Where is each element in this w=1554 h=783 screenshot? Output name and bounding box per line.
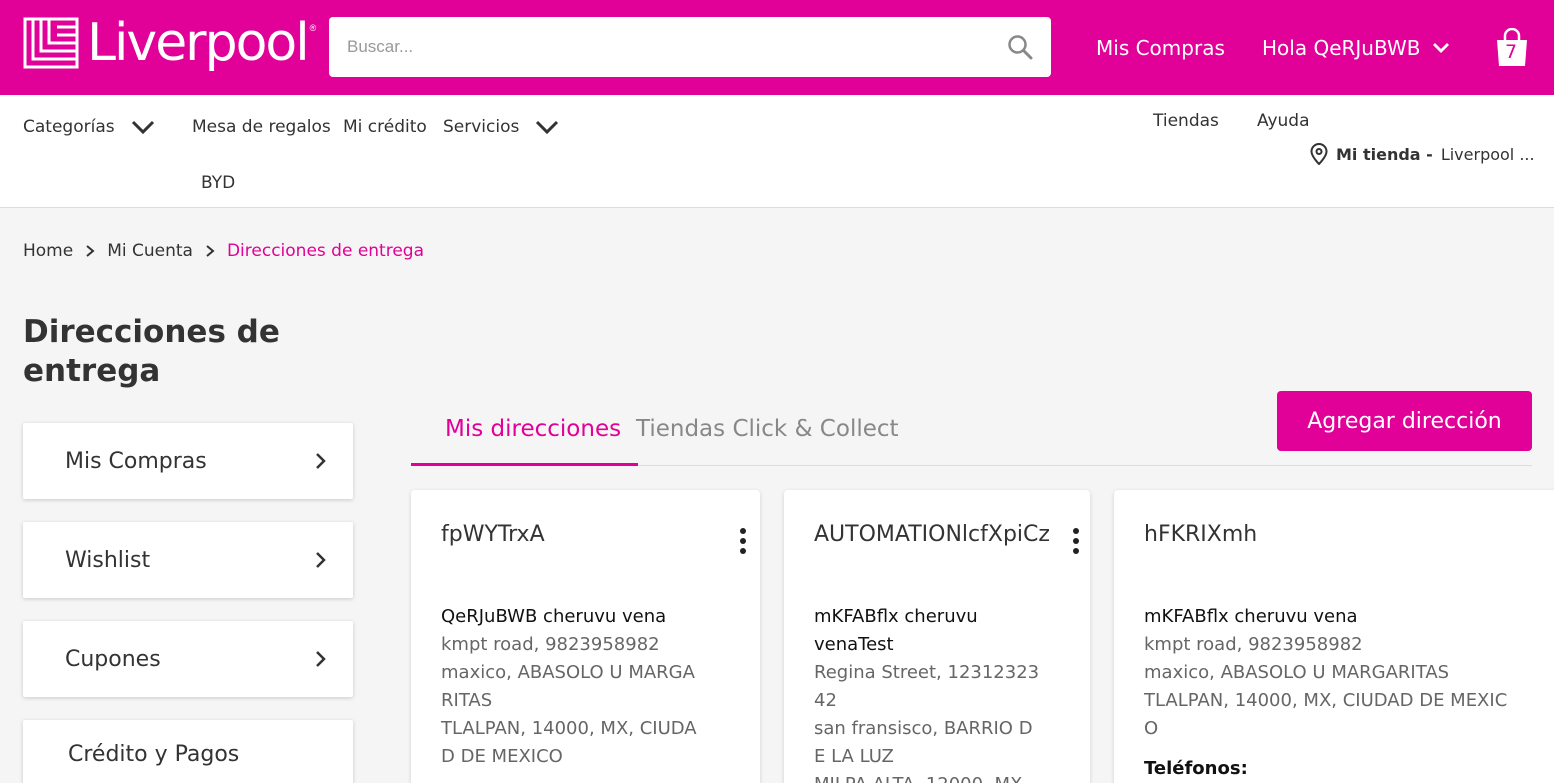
address-line: 42 <box>814 690 837 711</box>
address-alias: hFKRIXmh <box>1144 522 1258 547</box>
address-person: QeRJuBWB cheruvu vena <box>441 606 667 627</box>
address-line: maxico, ABASOLO U MARGARITAS <box>1144 662 1450 683</box>
address-line: kmpt road, 9823958982 <box>1144 634 1363 655</box>
tab-tiendas-click-collect[interactable]: Tiendas Click & Collect <box>636 416 899 442</box>
location-pin-icon <box>1310 143 1328 165</box>
nav-mesa-de-regalos[interactable]: Mesa de regalos <box>192 117 331 137</box>
search-input[interactable] <box>347 37 1007 57</box>
nav-categorias-label: Categorías <box>23 117 115 137</box>
sidebar-item-label: Mis Compras <box>65 448 207 474</box>
header-mis-compras-link[interactable]: Mis Compras <box>1096 36 1225 60</box>
search-icon[interactable] <box>1007 34 1033 60</box>
chevron-right-icon <box>85 244 95 258</box>
my-store-selector[interactable]: Mi tienda - Liverpool ... <box>1310 143 1535 165</box>
more-options-icon[interactable] <box>1072 528 1080 554</box>
nav-categorias[interactable]: Categorías <box>23 117 155 137</box>
sidebar-item-label: Crédito y Pagos <box>68 742 240 767</box>
my-store-value: Liverpool ... <box>1440 144 1535 164</box>
liverpool-logo[interactable]: Liverpool ® <box>23 17 316 77</box>
address-details: mKFABflx cheruvu venaTest Regina Street,… <box>814 603 1060 783</box>
address-line: kmpt road, 9823958982 <box>441 634 660 655</box>
breadcrumb: Home Mi Cuenta Direcciones de entrega <box>23 241 424 261</box>
breadcrumb-home[interactable]: Home <box>23 241 73 261</box>
nav-servicios[interactable]: Servicios <box>443 117 559 137</box>
address-alias: AUTOMATIONlcfXpiCz <box>814 522 1050 547</box>
address-line: MILPA ALTA, 12000, MX <box>814 771 1060 783</box>
sidebar-item-label: Cupones <box>65 646 161 672</box>
phone-label: Teléfonos: <box>1144 758 1248 779</box>
address-line: Regina Street, 12312323 <box>814 662 1040 683</box>
breadcrumb-current: Direcciones de entrega <box>226 241 425 261</box>
main-nav: Categorías Mesa de regalos Mi crédito Se… <box>0 95 1554 208</box>
address-line: E LA LUZ <box>814 746 894 767</box>
top-header: Liverpool ® Mis Compras Hola QeRJuBWB 7 <box>0 0 1554 95</box>
sidebar-item-credito-y-pagos[interactable]: Crédito y Pagos <box>23 720 353 783</box>
address-card: hFKRIXmh mKFABflx cheruvu vena kmpt road… <box>1114 490 1554 783</box>
address-details: mKFABflx cheruvu vena kmpt road, 9823958… <box>1144 603 1544 783</box>
account-greeting: Hola QeRJuBWB <box>1262 36 1421 60</box>
logo-text: Liverpool <box>87 13 310 73</box>
logo-mark-icon <box>23 17 79 69</box>
nav-mi-credito[interactable]: Mi crédito <box>343 117 427 137</box>
nav-byd[interactable]: BYD <box>201 173 235 193</box>
chevron-right-icon <box>316 651 326 667</box>
nav-servicios-label: Servicios <box>443 117 520 137</box>
add-address-button[interactable]: Agregar dirección <box>1277 391 1532 451</box>
address-card: AUTOMATIONlcfXpiCz mKFABflx cheruvu vena… <box>784 490 1090 783</box>
active-tab-indicator <box>411 463 638 466</box>
address-person: venaTest <box>814 634 894 655</box>
my-store-label: Mi tienda - <box>1336 144 1433 164</box>
address-line: maxico, ABASOLO U MARGA <box>441 662 695 683</box>
address-alias: fpWYTrxA <box>441 522 545 547</box>
address-line: RITAS <box>441 690 493 711</box>
address-person: mKFABflx cheruvu <box>814 606 978 627</box>
page-title: Direcciones de entrega <box>23 314 280 389</box>
address-person: mKFABflx cheruvu vena <box>1144 606 1358 627</box>
chevron-down-icon <box>536 120 559 135</box>
chevron-right-icon <box>316 453 326 469</box>
breadcrumb-mi-cuenta[interactable]: Mi Cuenta <box>107 241 193 261</box>
logo-registered: ® <box>309 23 317 33</box>
tab-mis-direcciones[interactable]: Mis direcciones <box>445 416 621 442</box>
sidebar-item-mis-compras[interactable]: Mis Compras <box>23 423 353 499</box>
more-options-icon[interactable] <box>739 528 747 554</box>
address-line: D DE MEXICO <box>441 746 563 767</box>
address-line: TLALPAN, 14000, MX, CIUDA <box>441 718 697 739</box>
address-card: fpWYTrxA QeRJuBWB cheruvu vena kmpt road… <box>411 490 760 783</box>
shopping-bag-button[interactable]: 7 <box>1494 28 1530 68</box>
sidebar-item-cupones[interactable]: Cupones <box>23 621 353 697</box>
chevron-down-icon <box>1433 43 1450 53</box>
address-line: san fransisco, BARRIO D <box>814 718 1033 739</box>
sidebar-item-label: Wishlist <box>65 547 151 573</box>
nav-tiendas[interactable]: Tiendas <box>1153 111 1219 131</box>
account-menu[interactable]: Hola QeRJuBWB <box>1262 36 1450 60</box>
search-bar <box>329 17 1051 77</box>
chevron-down-icon <box>131 120 154 135</box>
chevron-right-icon <box>316 552 326 568</box>
sidebar-item-wishlist[interactable]: Wishlist <box>23 522 353 598</box>
address-line: O <box>1144 718 1159 739</box>
address-line: TLALPAN, 14000, MX, CIUDAD DE MEXIC <box>1144 690 1508 711</box>
nav-ayuda[interactable]: Ayuda <box>1257 111 1310 131</box>
cart-count: 7 <box>1505 41 1518 63</box>
chevron-right-icon <box>205 244 215 258</box>
address-details: QeRJuBWB cheruvu vena kmpt road, 9823958… <box>441 603 730 771</box>
